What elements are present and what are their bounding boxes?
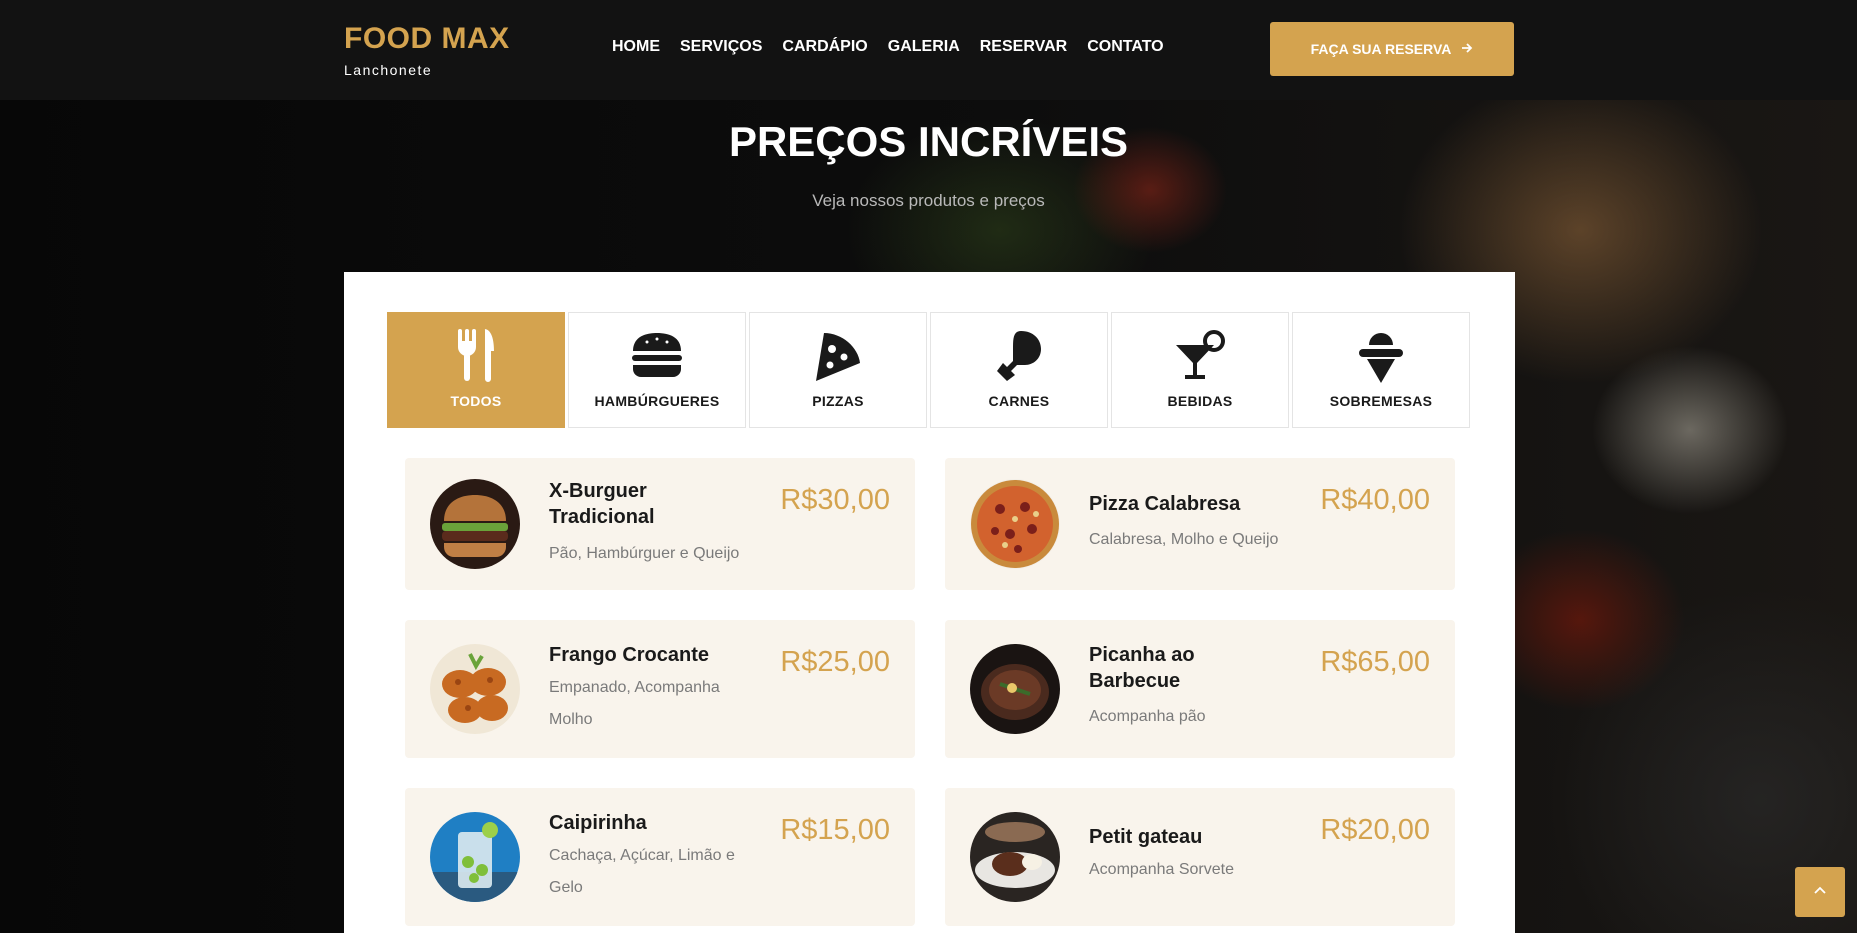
category-tabs: TODOS HAMBÚRGUERES PIZZAS CARNES BEBIDAS… bbox=[387, 312, 1470, 428]
caipirinha-photo bbox=[430, 812, 520, 902]
nav-galeria[interactable]: GALERIA bbox=[888, 38, 960, 56]
reserve-button[interactable]: FAÇA SUA RESERVA bbox=[1270, 22, 1514, 76]
reserve-button-label: FAÇA SUA RESERVA bbox=[1310, 41, 1452, 57]
main-nav: HOME SERVIÇOS CARDÁPIO GALERIA RESERVAR … bbox=[612, 38, 1164, 56]
item-description: Acompanha Sorvete bbox=[1089, 861, 1234, 878]
section-subtitle: Veja nossos produtos e preços bbox=[812, 191, 1045, 210]
menu-item-card[interactable]: Frango Crocante Empanado, Acompanha Molh… bbox=[405, 620, 915, 758]
chevron-up-icon bbox=[1812, 882, 1828, 903]
menu-item-card[interactable]: X-Burguer Tradicional Pão, Hambúrguer e … bbox=[405, 458, 915, 590]
tab-label: BEBIDAS bbox=[1167, 393, 1233, 409]
menu-item-card[interactable]: Pizza Calabresa Calabresa, Molho e Queij… bbox=[945, 458, 1455, 590]
item-price: R$30,00 bbox=[780, 484, 890, 516]
nav-reservar[interactable]: RESERVAR bbox=[980, 38, 1067, 56]
header-bar: FOOD MAX Lanchonete HOME SERVIÇOS CARDÁP… bbox=[0, 0, 1857, 100]
steak-photo bbox=[970, 644, 1060, 734]
menu-panel: TODOS HAMBÚRGUERES PIZZAS CARNES BEBIDAS… bbox=[344, 272, 1515, 933]
item-name: Picanha ao Barbecue bbox=[1089, 644, 1195, 692]
tab-label: TODOS bbox=[450, 393, 502, 409]
item-price: R$25,00 bbox=[780, 646, 890, 678]
item-description: Pão, Hambúrguer e Queijo bbox=[549, 545, 740, 562]
hamburger-icon bbox=[627, 325, 687, 385]
item-price: R$40,00 bbox=[1320, 484, 1430, 516]
tab-carnes[interactable]: CARNES bbox=[930, 312, 1108, 428]
burger-photo bbox=[430, 479, 520, 569]
item-description: Cachaça, Açúcar, Limão e Gelo bbox=[549, 847, 735, 896]
item-price: R$65,00 bbox=[1320, 646, 1430, 678]
item-name: Caipirinha bbox=[549, 812, 647, 834]
menu-item-card[interactable]: Picanha ao Barbecue Acompanha pão R$65,0… bbox=[945, 620, 1455, 758]
ice-cream-icon bbox=[1351, 325, 1411, 385]
menu-item-card[interactable]: Caipirinha Cachaça, Açúcar, Limão e Gelo… bbox=[405, 788, 915, 926]
petit-gateau-photo bbox=[970, 812, 1060, 902]
brand-tagline: Lanchonete bbox=[344, 62, 433, 78]
item-description: Acompanha pão bbox=[1089, 708, 1206, 725]
fried-chicken-photo bbox=[430, 644, 520, 734]
tab-hamburgueres[interactable]: HAMBÚRGUERES bbox=[568, 312, 746, 428]
tab-label: SOBREMESAS bbox=[1329, 393, 1433, 409]
menu-item-card[interactable]: Petit gateau Acompanha Sorvete R$20,00 bbox=[945, 788, 1455, 926]
tab-label: HAMBÚRGUERES bbox=[594, 393, 720, 409]
nav-servicos[interactable]: SERVIÇOS bbox=[680, 38, 762, 56]
item-name: Pizza Calabresa bbox=[1089, 493, 1241, 515]
section-title: PREÇOS INCRÍVEIS bbox=[728, 118, 1129, 165]
tab-label: PIZZAS bbox=[812, 393, 864, 409]
arrow-right-icon bbox=[1461, 41, 1473, 57]
tab-todos[interactable]: TODOS bbox=[387, 312, 565, 428]
item-description: Calabresa, Molho e Queijo bbox=[1089, 531, 1279, 548]
item-price: R$15,00 bbox=[780, 814, 890, 846]
item-description: Empanado, Acompanha Molho bbox=[549, 679, 720, 728]
tab-bebidas[interactable]: BEBIDAS bbox=[1111, 312, 1289, 428]
back-to-top-button[interactable] bbox=[1795, 867, 1845, 917]
pizza-slice-icon bbox=[808, 325, 868, 385]
cocktail-icon bbox=[1170, 325, 1230, 385]
drumstick-icon bbox=[989, 325, 1049, 385]
item-price: R$20,00 bbox=[1320, 814, 1430, 846]
item-name: Frango Crocante bbox=[549, 644, 710, 666]
utensils-icon bbox=[446, 325, 506, 385]
tab-label: CARNES bbox=[988, 393, 1050, 409]
item-name: Petit gateau bbox=[1089, 826, 1203, 848]
nav-home[interactable]: HOME bbox=[612, 38, 660, 56]
pizza-photo bbox=[970, 479, 1060, 569]
nav-contato[interactable]: CONTATO bbox=[1087, 38, 1163, 56]
nav-cardapio[interactable]: CARDÁPIO bbox=[782, 38, 867, 56]
tab-sobremesas[interactable]: SOBREMESAS bbox=[1292, 312, 1470, 428]
tab-pizzas[interactable]: PIZZAS bbox=[749, 312, 927, 428]
item-name: X-Burguer Tradicional bbox=[549, 480, 655, 528]
brand-logo[interactable]: FOOD MAX bbox=[344, 22, 510, 56]
